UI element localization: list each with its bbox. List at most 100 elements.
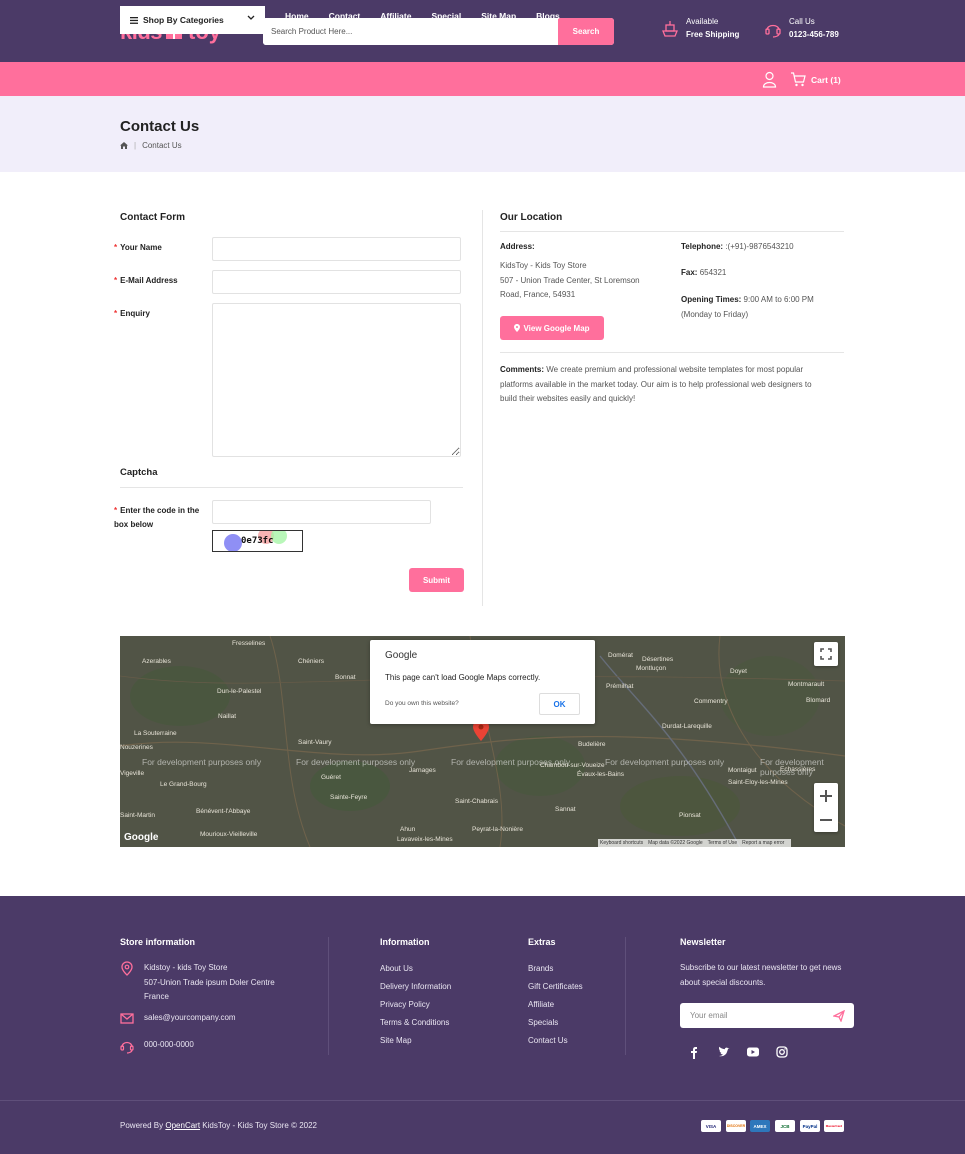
free-shipping-info: Available Free Shipping [660,16,739,42]
address-text: KidsToy - Kids Toy Store 507 - Union Tra… [500,259,670,303]
powered-suffix: KidsToy - Kids Toy Store © 2022 [202,1121,317,1130]
enquiry-label: * Enquiry [114,309,150,318]
shop-by-categories-dropdown[interactable]: Shop By Categories [120,6,265,34]
powered-by: Powered By OpenCart KidsToy - Kids Toy S… [120,1121,317,1130]
map-place: Nouzerines [120,744,153,751]
nav-links: Home Contact Affiliate Special Site Map … [285,11,580,21]
view-google-map-button[interactable]: View Google Map [500,316,604,340]
map-place: Guéret [321,774,341,781]
email-label-text: E-Mail Address [120,276,178,285]
map-place: Chéniers [298,658,325,665]
dev-watermark: For development purposes only [142,757,262,767]
call-phone-number[interactable]: 0123-456-789 [789,28,839,42]
map-attribution: Keyboard shortcuts Map data ©2022 Google… [598,839,792,847]
ship-icon [662,21,678,37]
dev-watermark: For development purposes only [451,757,571,767]
map-marker-icon [514,324,521,332]
fullscreen-button[interactable] [814,642,838,666]
map-place: Blomard [806,697,831,704]
terms-of-use-link[interactable]: Terms of Use [708,840,737,846]
shipping-line1: Available [686,17,719,26]
nav-site-map[interactable]: Site Map [481,11,516,21]
map-place: Domérat [608,652,633,659]
cart-button[interactable]: Cart (1) [790,72,841,87]
search-button[interactable]: Search [558,18,614,45]
footer-link-about-us[interactable]: About Us [380,960,451,978]
captcha-input[interactable] [212,500,431,524]
page-title: Contact Us [120,118,200,135]
location-divider [500,352,844,353]
extras-links: Brands Gift Certificates Affiliate Speci… [528,960,583,1050]
name-field[interactable] [212,237,461,261]
submit-button[interactable]: Submit [409,568,464,592]
footer-link-site-map[interactable]: Site Map [380,1032,451,1050]
telephone-label: Telephone: [681,242,724,251]
fullscreen-icon [820,648,832,660]
map-place: Sainte-Feyre [330,794,368,801]
dialog-ok-button[interactable]: OK [539,693,580,715]
store-email-link[interactable]: sales@yourcompany.com [144,1011,236,1026]
map-place: Sannat [555,806,576,813]
nav-contact[interactable]: Contact [329,11,361,21]
map-place: Budelière [578,741,606,748]
nav-special[interactable]: Special [431,11,461,21]
report-map-error-link[interactable]: Report a map error [742,840,784,846]
send-icon[interactable] [833,1010,845,1022]
fax-info: Fax: 654321 [681,266,726,281]
nav-blogs[interactable]: Blogs [536,11,560,21]
cart-label: Cart (1) [811,74,841,85]
email-field[interactable] [212,270,461,294]
telephone-info: Telephone: :(+91)-9876543210 [681,240,794,255]
breadcrumb-current[interactable]: Contact Us [142,141,182,150]
map-place: Saint-Chabrais [455,798,498,805]
map-place: Montluçon [636,665,666,672]
footer-link-contact-us[interactable]: Contact Us [528,1032,583,1050]
captcha-label-text: Enter the code in the box below [114,506,200,529]
home-icon[interactable] [120,142,128,149]
captcha-title: Captcha [120,467,158,478]
enquiry-label-text: Enquiry [120,309,150,318]
youtube-icon[interactable] [746,1045,775,1059]
twitter-icon[interactable] [717,1045,746,1059]
newsletter-email-input[interactable] [680,1003,830,1028]
fax-label: Fax: [681,268,698,277]
footer-link-terms-conditions[interactable]: Terms & Conditions [380,1014,451,1032]
zoom-in-icon[interactable] [819,789,833,803]
newsletter-text: Subscribe to our latest newsletter to ge… [680,963,842,987]
footer-link-privacy-policy[interactable]: Privacy Policy [380,996,451,1014]
map-place: Montaigut [728,767,757,774]
footer-link-affiliate[interactable]: Affiliate [528,996,583,1014]
footer-link-delivery-information[interactable]: Delivery Information [380,978,451,996]
footer-divider [328,937,329,1055]
column-divider [482,210,483,606]
search-input[interactable] [263,18,558,45]
dialog-question[interactable]: Do you own this website? [385,700,459,707]
instagram-icon[interactable] [775,1045,804,1059]
zoom-out-icon[interactable] [819,813,833,827]
map-place: Mourioux-Vieilleville [200,831,258,838]
categories-label: Shop By Categories [143,15,224,25]
user-icon[interactable] [762,71,777,88]
nav-affiliate[interactable]: Affiliate [380,11,411,21]
address-line1: KidsToy - Kids Toy Store [500,261,587,270]
footer-bottom-divider [0,1100,965,1101]
map-place: Bénévent-l'Abbaye [196,808,251,815]
address-label-text: Address: [500,242,535,251]
footer-link-brands[interactable]: Brands [528,960,583,978]
enquiry-textarea[interactable] [212,303,461,457]
facebook-icon[interactable] [688,1045,717,1059]
nav-home[interactable]: Home [285,11,309,21]
comments-text: Comments: We create premium and professi… [500,363,830,407]
name-label: * Your Name [114,243,162,252]
map-place: Durdat-Larequille [662,723,712,730]
chevron-down-icon [247,15,255,20]
opencart-link[interactable]: OpenCart [165,1121,200,1130]
footer-link-specials[interactable]: Specials [528,1014,583,1032]
hours-label: Opening Times: [681,295,742,304]
paypal-icon: PayPal [800,1120,820,1132]
page-header: Contact Us | Contact Us [0,96,965,172]
store-info-title: Store information [120,937,196,947]
footer-link-gift-certificates[interactable]: Gift Certificates [528,978,583,996]
keyboard-shortcuts-link[interactable]: Keyboard shortcuts [600,840,643,846]
captcha-divider [120,487,463,488]
